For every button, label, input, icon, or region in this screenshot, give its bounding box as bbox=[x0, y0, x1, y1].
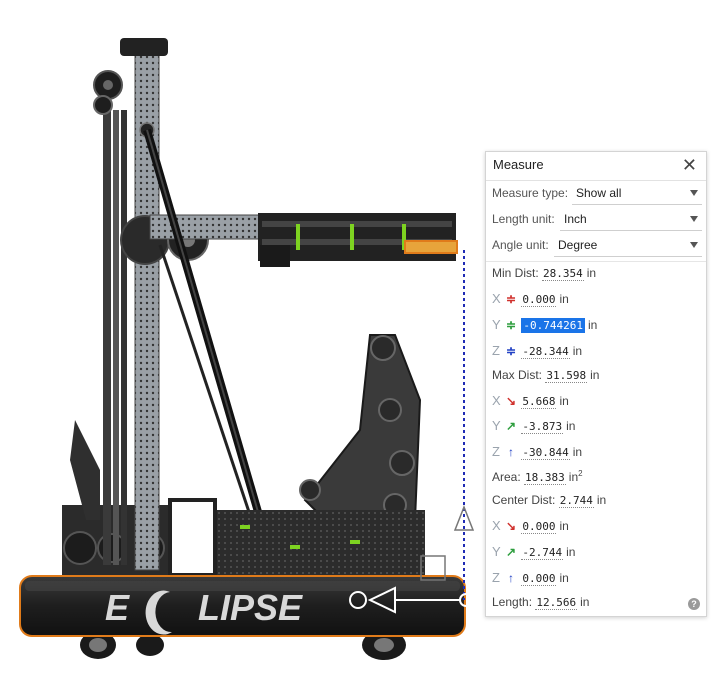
unit: in bbox=[587, 318, 598, 332]
measure-type-select[interactable]: Show all bbox=[572, 183, 702, 205]
center-y-value[interactable]: -2.744 bbox=[521, 546, 564, 560]
center-dist-value[interactable]: 2.744 bbox=[558, 494, 594, 508]
axis-y-label: Y bbox=[492, 544, 501, 559]
angle-unit-select[interactable]: Degree bbox=[554, 235, 702, 257]
unit: in bbox=[586, 266, 597, 280]
axis-x-label: X bbox=[492, 518, 501, 533]
unit: in bbox=[572, 445, 583, 459]
unit: in bbox=[566, 419, 576, 433]
unit: in bbox=[590, 368, 600, 382]
axis-x-label: X bbox=[492, 393, 501, 408]
length-unit-row: Length unit: Inch bbox=[492, 209, 702, 231]
unit: in bbox=[559, 519, 569, 533]
min-dist-value[interactable]: 28.354 bbox=[542, 267, 584, 281]
length-label: Length: bbox=[492, 595, 533, 609]
arrow-up-right-icon: ↗ bbox=[505, 545, 517, 559]
min-x-value[interactable]: 0.000 bbox=[521, 293, 557, 307]
arrow-up-right-icon: ↗ bbox=[505, 419, 517, 433]
claw bbox=[258, 213, 458, 267]
length-unit-label: Length unit: bbox=[492, 212, 555, 226]
chevron-down-icon bbox=[690, 242, 698, 248]
center-x-value[interactable]: 0.000 bbox=[521, 520, 557, 534]
angle-unit-value: Degree bbox=[558, 238, 598, 252]
measure-type-label: Measure type: bbox=[492, 186, 569, 200]
rear-mechanism bbox=[168, 334, 425, 577]
robot-model[interactable]: E LIPSE bbox=[19, 38, 475, 660]
unit: in bbox=[596, 493, 607, 507]
measure-panel-header: Measure ✕ bbox=[486, 152, 706, 181]
help-icon[interactable]: ? bbox=[688, 598, 700, 610]
center-dist-row: Center Dist: 2.744 in bbox=[492, 493, 606, 513]
length-value[interactable]: 12.566 bbox=[535, 596, 578, 610]
min-dist-row: Min Dist: 28.354 in bbox=[492, 266, 596, 286]
max-dist-row: Max Dist: 31.598 in bbox=[492, 368, 599, 388]
arrow-down-right-icon: ↘ bbox=[505, 519, 517, 533]
close-icon[interactable]: ✕ bbox=[682, 154, 697, 176]
unit: in bbox=[559, 292, 569, 306]
area-row: Area: 18.383 in2 bbox=[492, 469, 583, 489]
max-y-value[interactable]: -3.873 bbox=[521, 420, 564, 434]
min-y-row: Y ≑ -0.744261 in bbox=[492, 317, 597, 337]
axis-y-label: Y bbox=[492, 317, 501, 332]
length-unit-value: Inch bbox=[564, 212, 587, 226]
measure-panel: Measure ✕ Measure type: Show all Length … bbox=[485, 151, 707, 617]
max-z-value[interactable]: -30.844 bbox=[521, 446, 570, 460]
axis-z-label: Z bbox=[492, 343, 500, 358]
length-row: Length: 12.566 in bbox=[492, 595, 589, 615]
length-unit-select[interactable]: Inch bbox=[560, 209, 702, 231]
axis-x-label: X bbox=[492, 291, 501, 306]
area-label: Area: bbox=[492, 470, 521, 484]
center-x-row: X ↘ 0.000 in bbox=[492, 518, 569, 538]
equal-bars-icon: ≑ bbox=[505, 318, 517, 332]
area-value[interactable]: 18.383 bbox=[524, 471, 566, 485]
arrow-down-right-icon: ↘ bbox=[505, 394, 517, 408]
panel-title: Measure bbox=[493, 157, 544, 172]
min-z-row: Z ≑ -28.344 in bbox=[492, 343, 582, 363]
center-z-value[interactable]: 0.000 bbox=[521, 572, 557, 586]
max-x-value[interactable]: 5.668 bbox=[521, 395, 557, 409]
unit: in bbox=[559, 571, 569, 585]
measure-type-value: Show all bbox=[576, 186, 622, 200]
base-plate[interactable]: E LIPSE bbox=[19, 575, 466, 637]
logo-text-right: LIPSE bbox=[198, 587, 303, 628]
center-z-row: Z ↑ 0.000 in bbox=[492, 570, 569, 590]
logo-text-left: E bbox=[105, 587, 130, 628]
max-dist-value[interactable]: 31.598 bbox=[545, 369, 588, 383]
unit: in bbox=[572, 344, 583, 358]
axis-z-label: Z bbox=[492, 570, 500, 585]
unit: in bbox=[568, 470, 579, 484]
angle-unit-row: Angle unit: Degree bbox=[492, 235, 702, 257]
equal-bars-icon: ≑ bbox=[505, 292, 517, 306]
center-dist-label: Center Dist: bbox=[492, 493, 556, 507]
divider bbox=[486, 261, 706, 262]
chevron-down-icon bbox=[690, 190, 698, 196]
unit: in bbox=[559, 394, 569, 408]
min-dist-label: Min Dist: bbox=[492, 266, 539, 280]
min-y-value[interactable]: -0.744261 bbox=[521, 318, 585, 333]
axis-y-label: Y bbox=[492, 418, 501, 433]
max-dist-label: Max Dist: bbox=[492, 368, 543, 382]
unit: in bbox=[566, 545, 576, 559]
arrow-up-icon: ↑ bbox=[508, 445, 514, 459]
min-z-value[interactable]: -28.344 bbox=[521, 345, 570, 359]
max-x-row: X ↘ 5.668 in bbox=[492, 393, 569, 413]
angle-unit-label: Angle unit: bbox=[492, 238, 549, 252]
measure-type-row: Measure type: Show all bbox=[492, 183, 702, 205]
arrow-up-icon: ↑ bbox=[508, 571, 514, 585]
center-y-row: Y ↗ -2.744 in bbox=[492, 544, 575, 564]
unit: in bbox=[580, 595, 590, 609]
axis-z-label: Z bbox=[492, 444, 500, 459]
max-z-row: Z ↑ -30.844 in bbox=[492, 444, 582, 464]
min-x-row: X ≑ 0.000 in bbox=[492, 291, 569, 311]
unit-exponent: 2 bbox=[578, 469, 583, 478]
max-y-row: Y ↗ -3.873 in bbox=[492, 418, 575, 438]
equal-bars-icon: ≑ bbox=[505, 344, 517, 358]
chevron-down-icon bbox=[690, 216, 698, 222]
